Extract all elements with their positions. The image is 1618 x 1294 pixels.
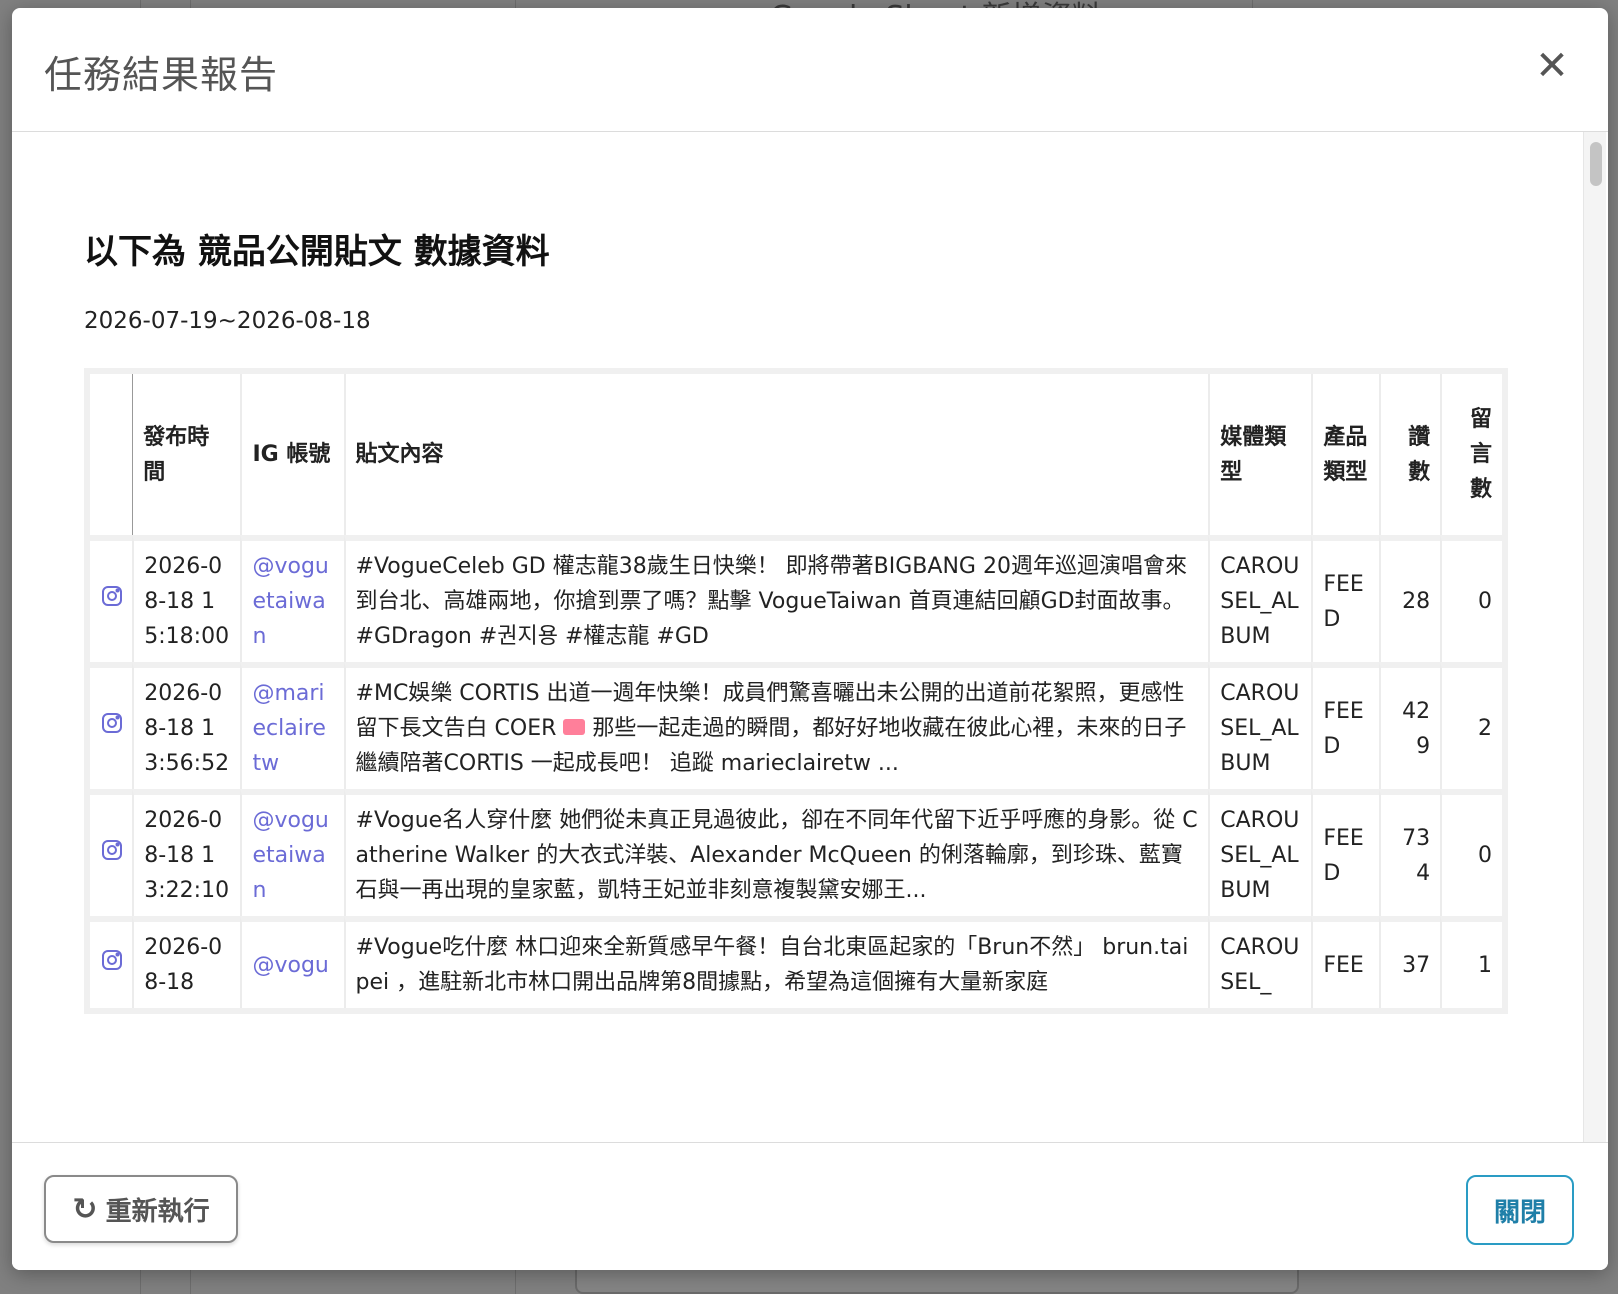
cell-comments: 1 [1440,916,1502,1008]
header-media-type: 媒體類型 [1208,374,1312,535]
cell-publish-time: 2026-08-18 13:22:10 [132,789,241,916]
cell-likes: 28 [1379,535,1441,662]
cell-product-type: FEED [1311,662,1380,789]
rerun-button[interactable]: ↻ 重新執行 [44,1175,238,1243]
ig-account-link[interactable]: @voguetaiwan [240,789,344,916]
table-row: 2026-08-18 15:18:00 @voguetaiwan #VogueC… [90,535,1502,662]
cell-product-type: FEED [1311,789,1380,916]
refresh-icon: ↻ [72,1191,98,1227]
modal-title: 任務結果報告 [44,53,279,97]
cell-media-type: CAROUSEL_ [1208,916,1312,1008]
ig-account-link[interactable]: @voguetaiwan [240,535,344,662]
cell-comments: 0 [1440,789,1502,916]
modal-scrollbar[interactable] [1583,132,1606,1142]
modal-header: 任務結果報告 ✕ [12,8,1608,132]
close-icon[interactable]: ✕ [1532,46,1572,86]
table-row: 2026-08-18 13:56:52 @marieclairetw #MC娛樂… [90,662,1502,789]
modal-body[interactable]: 以下為 競品公開貼文 數據資料 2026-07-19~2026-08-18 發布… [12,132,1582,1142]
header-icon [90,374,133,535]
report-heading: 以下為 競品公開貼文 數據資料 [84,232,550,272]
results-table: 發布時間 IG 帳號 貼文內容 媒體類型 產品類型 讚數 留言數 2026-08… [90,374,1502,1008]
header-post-content: 貼文內容 [343,374,1209,535]
instagram-icon[interactable] [90,535,133,662]
instagram-icon[interactable] [90,789,133,916]
close-button[interactable]: 關閉 [1466,1175,1574,1245]
results-table-container: 發布時間 IG 帳號 貼文內容 媒體類型 產品類型 讚數 留言數 2026-08… [84,368,1508,1014]
cell-post-content: #MC娛樂 CORTIS 出道一週年快樂！成員們驚喜曬出未公開的出道前花絮照，更… [343,662,1209,789]
table-row: 2026-08-18 13:22:10 @voguetaiwan #Vogue名… [90,789,1502,916]
header-product-type: 產品類型 [1311,374,1380,535]
cell-post-content: #VogueCeleb GD 權志龍38歲生日快樂！ 即將帶著BIGBANG 2… [343,535,1209,662]
table-row: 2026-08-18 @vogu #Vogue吃什麼 林口迎來全新質感早午餐！自… [90,916,1502,1008]
cell-post-content: #Vogue吃什麼 林口迎來全新質感早午餐！自台北東區起家的「Brun不然」 b… [343,916,1209,1008]
date-range: 2026-07-19~2026-08-18 [84,308,371,334]
cell-media-type: CAROUSEL_ALBUM [1208,789,1312,916]
header-ig-account: IG 帳號 [240,374,344,535]
ig-account-link[interactable]: @vogu [240,916,344,1008]
cell-media-type: CAROUSEL_ALBUM [1208,535,1312,662]
cell-publish-time: 2026-08-18 [132,916,241,1008]
cell-product-type: FEE [1311,916,1380,1008]
modal-footer: ↻ 重新執行 關閉 [12,1142,1608,1270]
rerun-label: 重新執行 [105,1196,210,1227]
love-letter-icon [563,719,586,735]
header-comments: 留言數 [1440,374,1502,535]
task-result-modal: 任務結果報告 ✕ 以下為 競品公開貼文 數據資料 2026-07-19~2026… [12,8,1608,1270]
cell-comments: 0 [1440,535,1502,662]
header-publish-time: 發布時間 [132,374,241,535]
ig-account-link[interactable]: @marieclairetw [240,662,344,789]
instagram-icon[interactable] [90,916,133,1008]
cell-likes: 37 [1379,916,1441,1008]
table-header-row: 發布時間 IG 帳號 貼文內容 媒體類型 產品類型 讚數 留言數 [90,374,1502,535]
header-likes: 讚數 [1379,374,1441,535]
cell-publish-time: 2026-08-18 13:56:52 [132,662,241,789]
cell-product-type: FEED [1311,535,1380,662]
cell-likes: 429 [1379,662,1441,789]
cell-publish-time: 2026-08-18 15:18:00 [132,535,241,662]
instagram-icon[interactable] [90,662,133,789]
cell-likes: 734 [1379,789,1441,916]
cell-post-content: #Vogue名人穿什麼 她們從未真正見過彼此，卻在不同年代留下近乎呼應的身影。從… [343,789,1209,916]
cell-comments: 2 [1440,662,1502,789]
scrollbar-thumb[interactable] [1590,142,1602,186]
cell-media-type: CAROUSEL_ALBUM [1208,662,1312,789]
